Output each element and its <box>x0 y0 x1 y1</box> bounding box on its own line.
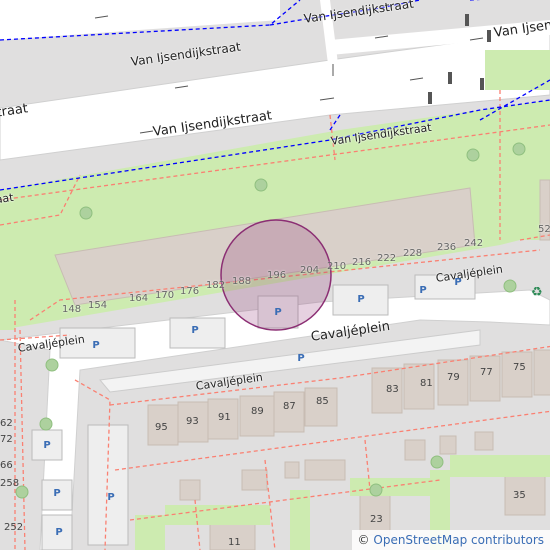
map[interactable]: Van Ijsendijkstraat Van Ijsendijkstraat … <box>0 0 550 550</box>
parking-marker: P <box>454 277 462 288</box>
building-number: 23 <box>370 514 383 525</box>
house-number: 188 <box>232 276 252 287</box>
house-number: 164 <box>129 293 149 304</box>
house-number: 170 <box>155 290 175 301</box>
parking-marker: P <box>43 440 51 451</box>
house-number: 228 <box>403 248 423 259</box>
house-number: 176 <box>180 286 200 297</box>
parking-marker: P <box>419 285 427 296</box>
house-number: 182 <box>206 280 226 291</box>
house-number: 148 <box>62 304 82 315</box>
building-number: 258 <box>0 478 20 489</box>
house-number: 196 <box>267 270 287 281</box>
house-number: 210 <box>327 261 347 272</box>
building-number: 35 <box>513 490 526 501</box>
building-number: 91 <box>218 412 231 423</box>
parking-marker: P <box>357 294 365 305</box>
building-number: 87 <box>283 401 296 412</box>
building-number: 66 <box>0 460 13 471</box>
building-number: 89 <box>251 406 264 417</box>
building-number: 79 <box>447 372 460 383</box>
parking-marker: P <box>92 340 100 351</box>
parking-marker: P <box>191 325 199 336</box>
parking-marker: P <box>107 492 115 503</box>
house-number: 216 <box>352 257 372 268</box>
building-number: 72 <box>0 434 13 445</box>
parking-marker: P <box>55 527 63 538</box>
building-number: 93 <box>186 416 199 427</box>
building-number: 83 <box>386 384 399 395</box>
copyright-symbol: © <box>357 533 370 547</box>
attribution-link[interactable]: OpenStreetMap contributors <box>373 533 544 547</box>
house-number: 242 <box>464 238 484 249</box>
map-attribution: © OpenStreetMap contributors <box>351 530 550 550</box>
parking-marker: P <box>297 353 305 364</box>
building-number: 252 <box>4 522 24 533</box>
building-number: 85 <box>316 396 329 407</box>
house-number: 222 <box>377 253 397 264</box>
building-number: 11 <box>228 537 241 548</box>
house-number: 52 <box>538 224 550 235</box>
house-number: 204 <box>300 265 320 276</box>
parking-marker: P <box>53 488 61 499</box>
building-number: 95 <box>155 422 168 433</box>
building-number: 77 <box>480 367 493 378</box>
house-number: 154 <box>88 300 108 311</box>
recycling-icon: ♻ <box>531 285 543 300</box>
building-number: 75 <box>513 362 526 373</box>
building-number: 62 <box>0 418 13 429</box>
house-number: 236 <box>437 242 457 253</box>
parking-marker: P <box>274 307 282 318</box>
building-number: 81 <box>420 378 433 389</box>
